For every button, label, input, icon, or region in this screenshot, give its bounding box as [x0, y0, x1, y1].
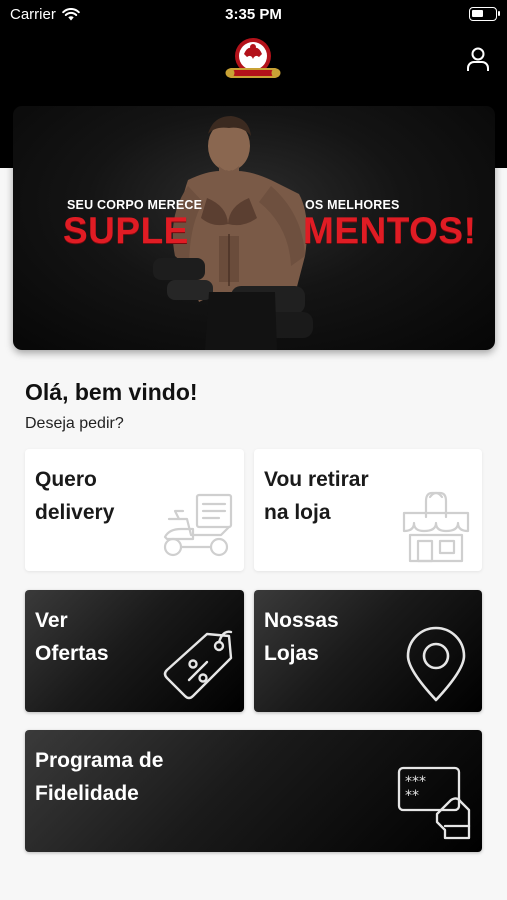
location-pin-icon: [406, 626, 466, 702]
status-bar: Carrier 3:35 PM: [0, 0, 507, 30]
svg-text:**: **: [405, 788, 419, 804]
store-pickup-card[interactable]: Vou retirar na loja: [254, 449, 482, 571]
stores-card[interactable]: Nossas Lojas: [254, 590, 482, 712]
status-time: 3:35 PM: [225, 6, 282, 23]
banner-headline-left: SUPLE: [63, 210, 189, 251]
brand-logo-icon: [225, 38, 281, 78]
offers-label: Ver Ofertas: [35, 609, 109, 665]
order-question: Deseja pedir?: [25, 415, 124, 432]
store-pickup-label: Vou retirar na loja: [264, 468, 369, 524]
stores-label: Nossas Lojas: [264, 609, 339, 665]
delivery-scooter-icon: [163, 493, 233, 557]
delivery-label: Quero delivery: [35, 468, 115, 524]
loyalty-program-label: Programa de Fidelidade: [35, 749, 164, 805]
loyalty-card-icon: *** **: [397, 766, 471, 840]
banner-headline-right: MENTOS!: [303, 210, 477, 251]
discount-tag-icon: [163, 630, 233, 700]
loyalty-program-card[interactable]: Programa de Fidelidade *** **: [25, 730, 482, 852]
welcome-title: Olá, bem vindo!: [25, 379, 198, 405]
store-pickup-icon: [402, 491, 470, 563]
offers-card[interactable]: Ver Ofertas: [25, 590, 244, 712]
battery-icon: [469, 7, 500, 21]
promo-banner[interactable]: SEU CORPO MERECE OS MELHORES SUPLE MENTO…: [13, 106, 495, 350]
delivery-card[interactable]: Quero delivery: [25, 449, 244, 571]
user-icon[interactable]: [465, 46, 491, 72]
